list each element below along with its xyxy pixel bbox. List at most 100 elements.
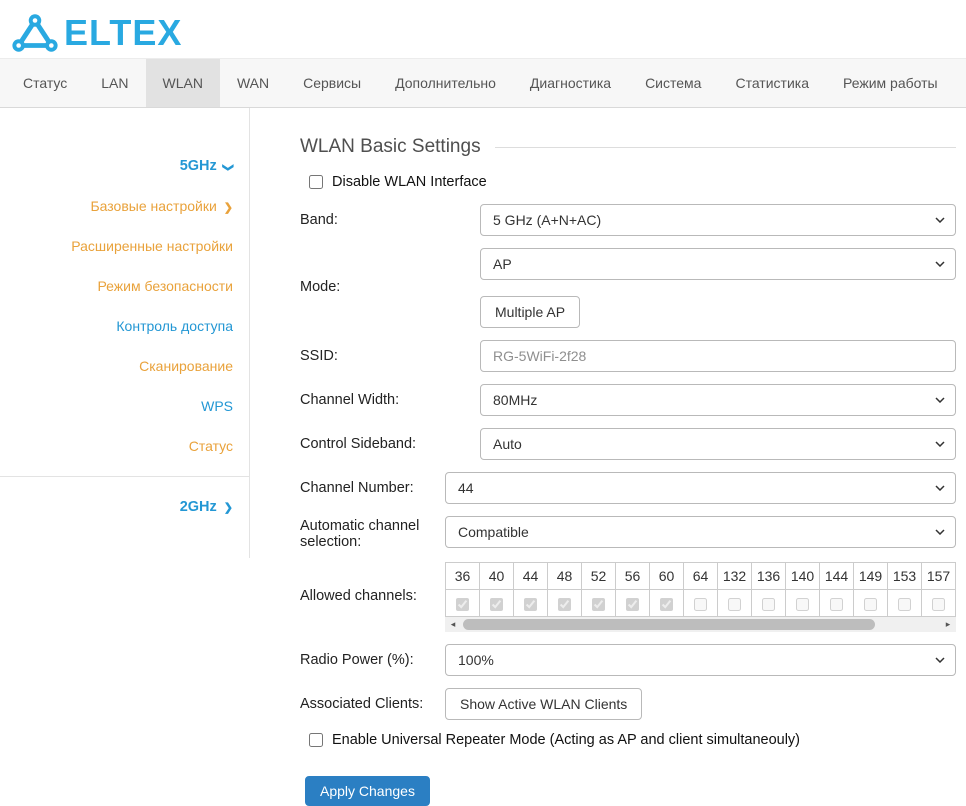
tab-Система[interactable]: Система <box>628 59 718 107</box>
sidebar-item-label: 2GHz <box>180 499 217 515</box>
sidebar-item-режим-безопасности[interactable]: Режим безопасности <box>0 266 249 306</box>
radio-power-label: Radio Power (%): <box>300 644 445 676</box>
sidebar-item-расширенные-настройки[interactable]: Расширенные настройки <box>0 226 249 266</box>
channel-width-select[interactable]: 80MHz <box>480 384 956 416</box>
auto-channel-label: Automatic channel selection: <box>300 516 445 550</box>
allowed-channels-table: 3640444852566064132136140144149153157 <box>445 562 956 617</box>
scroll-right-arrow-icon[interactable]: ▸ <box>940 617 956 632</box>
channel-cell-132: 132 <box>718 563 752 590</box>
channel-checkbox-60 <box>660 598 673 611</box>
channel-cell-157: 157 <box>922 563 956 590</box>
channel-number-select[interactable]: 44 <box>445 472 956 504</box>
sidebar-item-label: Сканирование <box>139 358 233 374</box>
sidebar-item-контроль-доступа[interactable]: Контроль доступа <box>0 306 249 346</box>
channel-width-row: Channel Width: 80MHz <box>300 384 956 416</box>
channel-cell-149: 149 <box>854 563 888 590</box>
channel-checkbox-144 <box>830 598 843 611</box>
tab-Сервисы[interactable]: Сервисы <box>286 59 378 107</box>
channel-checkbox-157 <box>932 598 945 611</box>
associated-clients-row: Associated Clients: Show Active WLAN Cli… <box>300 688 956 720</box>
allowed-channels-row: Allowed channels: 3640444852566064132136… <box>300 562 956 632</box>
top-nav: СтатусLANWLANWANСервисыДополнительноДиаг… <box>0 58 966 108</box>
disable-wlan-row: Disable WLAN Interface <box>300 174 956 190</box>
sidebar-item-базовые-настройки[interactable]: Базовые настройки ❯ <box>0 186 249 226</box>
auto-channel-select[interactable]: Compatible <box>445 516 956 548</box>
channel-cell-56: 56 <box>616 563 650 590</box>
channel-number-label: Channel Number: <box>300 472 445 504</box>
tab-Дополнительно[interactable]: Дополнительно <box>378 59 513 107</box>
channels-scrollbar[interactable]: ◂ ▸ <box>445 617 956 632</box>
sidebar-item-label: Режим безопасности <box>97 278 233 294</box>
channel-checkbox-cell <box>446 590 480 617</box>
channel-checkbox-40 <box>490 598 503 611</box>
repeater-checkbox[interactable] <box>309 733 323 747</box>
apply-changes-button[interactable]: Apply Changes <box>305 776 430 806</box>
channel-checkbox-132 <box>728 598 741 611</box>
tab-Статус[interactable]: Статус <box>6 59 84 107</box>
channel-checkbox-cell <box>480 590 514 617</box>
band-select[interactable]: 5 GHz (A+N+AC) <box>480 204 956 236</box>
channel-checkbox-cell <box>514 590 548 617</box>
control-sideband-select[interactable]: Auto <box>480 428 956 460</box>
scroll-left-arrow-icon[interactable]: ◂ <box>445 617 461 632</box>
channel-checkbox-52 <box>592 598 605 611</box>
show-active-wlan-clients-button[interactable]: Show Active WLAN Clients <box>445 688 642 720</box>
radio-power-select[interactable]: 100% <box>445 644 956 676</box>
tab-WAN[interactable]: WAN <box>220 59 286 107</box>
channel-cell-153: 153 <box>888 563 922 590</box>
sidebar-item-wps[interactable]: WPS <box>0 386 249 426</box>
channel-cell-136: 136 <box>752 563 786 590</box>
sidebar-item-сканирование[interactable]: Сканирование <box>0 346 249 386</box>
channel-checkbox-cell <box>582 590 616 617</box>
sidebar-divider <box>0 476 249 477</box>
sidebar-item-статус[interactable]: Статус <box>0 426 249 466</box>
channel-checkbox-140 <box>796 598 809 611</box>
channel-checkbox-cell <box>922 590 956 617</box>
mode-row: Mode: AP Multiple AP <box>300 248 956 328</box>
tab-Режим работы[interactable]: Режим работы <box>826 59 955 107</box>
tab-WLAN[interactable]: WLAN <box>146 59 220 107</box>
channel-cell-36: 36 <box>446 563 480 590</box>
page-title: WLAN Basic Settings <box>300 136 481 158</box>
sidebar: 5GHz❯ Базовые настройки ❯ Расширенные настр… <box>0 108 250 558</box>
channel-checkbox-cell <box>684 590 718 617</box>
channel-checkbox-36 <box>456 598 469 611</box>
chevron-down-icon: ❯ <box>222 163 235 172</box>
eltex-logo: ELTEX <box>10 11 182 55</box>
associated-clients-label: Associated Clients: <box>300 688 445 720</box>
multiple-ap-button[interactable]: Multiple AP <box>480 296 580 328</box>
ssid-label: SSID: <box>300 340 480 372</box>
tab-Диагностика[interactable]: Диагностика <box>513 59 628 107</box>
scrollbar-track[interactable] <box>461 617 940 632</box>
channel-cell-44: 44 <box>514 563 548 590</box>
sidebar-item-label: Базовые настройки <box>90 198 216 214</box>
repeater-label: Enable Universal Repeater Mode (Acting a… <box>332 732 800 748</box>
radio-power-row: Radio Power (%): 100% <box>300 644 956 676</box>
sidebar-item-2ghz[interactable]: 2GHz❯ <box>0 487 249 527</box>
eltex-logo-icon <box>10 11 60 55</box>
channel-checkbox-cell <box>752 590 786 617</box>
channel-number-row: 3640444852566064132136140144149153157 <box>446 563 956 590</box>
channel-checkbox-64 <box>694 598 707 611</box>
channel-checkbox-cell <box>548 590 582 617</box>
sidebar-item-label: Расширенные настройки <box>71 238 233 254</box>
channel-cell-60: 60 <box>650 563 684 590</box>
main-content: WLAN Basic Settings Disable WLAN Interfa… <box>250 108 966 806</box>
header: ELTEX <box>0 0 966 58</box>
channel-width-label: Channel Width: <box>300 384 480 416</box>
mode-label: Mode: <box>300 248 480 328</box>
tab-Статистика[interactable]: Статистика <box>718 59 826 107</box>
sidebar-item-label: Контроль доступа <box>116 318 233 334</box>
band-label: Band: <box>300 204 480 236</box>
chevron-right-icon: ❯ <box>224 201 233 214</box>
channel-cell-52: 52 <box>582 563 616 590</box>
mode-select[interactable]: AP <box>480 248 956 280</box>
tab-LAN[interactable]: LAN <box>84 59 145 107</box>
scrollbar-thumb[interactable] <box>463 619 875 630</box>
control-sideband-row: Control Sideband: Auto <box>300 428 956 460</box>
sidebar-item-5ghz[interactable]: 5GHz❯ <box>0 146 249 186</box>
ssid-input[interactable] <box>480 340 956 372</box>
channel-checkbox-56 <box>626 598 639 611</box>
channel-cell-40: 40 <box>480 563 514 590</box>
disable-wlan-checkbox[interactable] <box>309 175 323 189</box>
